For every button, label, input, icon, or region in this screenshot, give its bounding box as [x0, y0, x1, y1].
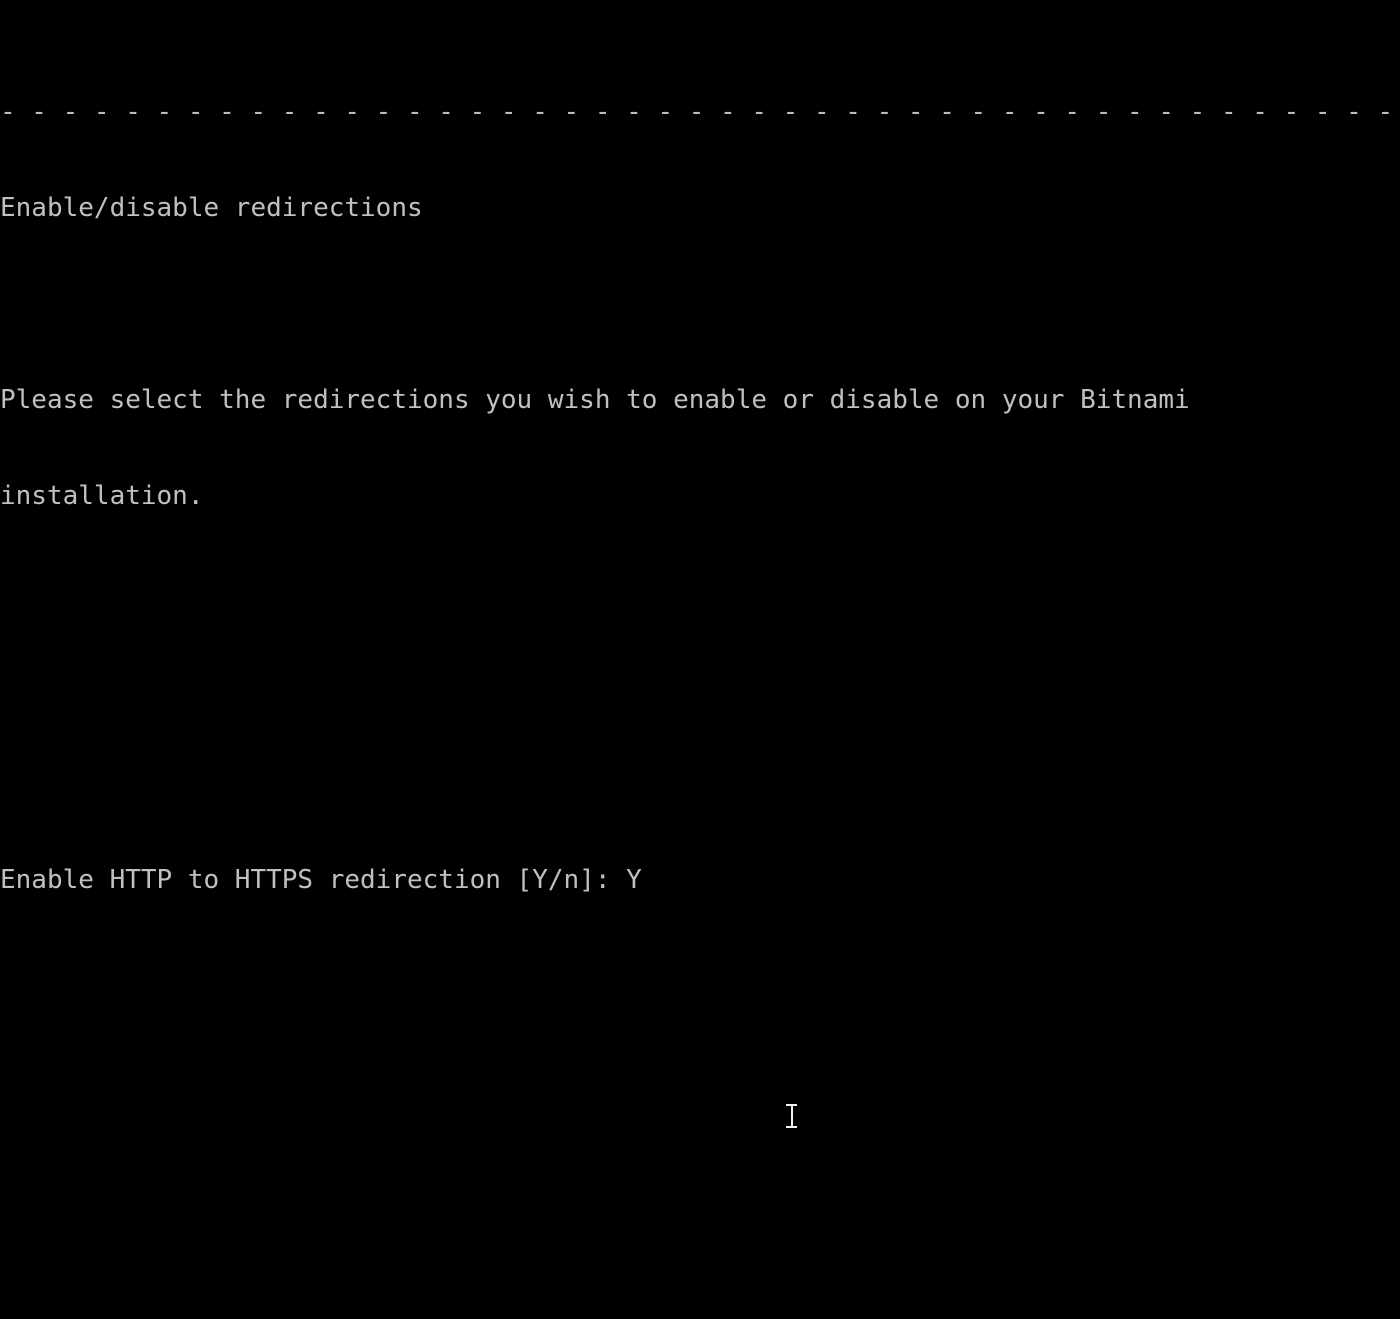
terminal-screen[interactable]: - - - - - - - - - - - - - - - - - - - - …: [0, 0, 1400, 1319]
section-title-redirections: Enable/disable redirections: [0, 193, 423, 223]
separator-line-top: - - - - - - - - - - - - - - - - - - - - …: [0, 97, 1394, 127]
prompt-http-to-https-redirection[interactable]: Enable HTTP to HTTPS redirection [Y/n]: …: [0, 864, 1400, 896]
intro-text-line-1: Please select the redirections you wish …: [0, 385, 1190, 415]
intro-text-line-2: installation.: [0, 481, 204, 511]
